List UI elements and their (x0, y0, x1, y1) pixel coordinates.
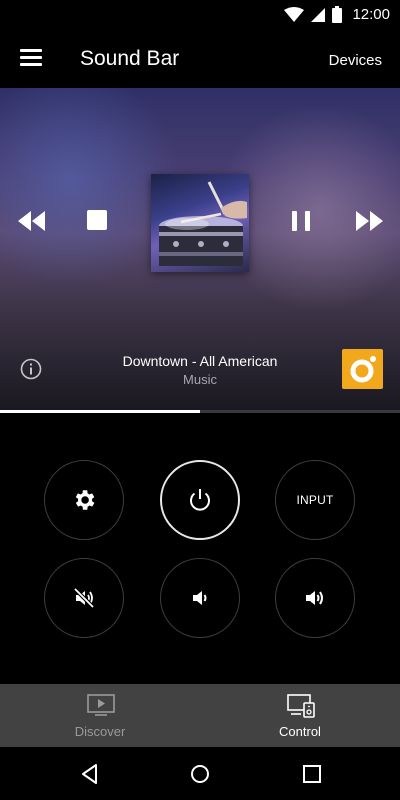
recents-icon (303, 765, 321, 783)
track-title: Downtown - All American (122, 353, 278, 369)
wifi-icon (284, 6, 305, 22)
recents-button[interactable] (300, 762, 324, 786)
input-label: INPUT (296, 493, 334, 507)
volume-up-button[interactable] (275, 558, 355, 638)
tab-discover[interactable]: Discover (0, 684, 200, 747)
devices-button[interactable]: Devices (329, 52, 382, 69)
music-source-icon (350, 356, 376, 383)
mute-icon (73, 587, 95, 609)
album-art (151, 174, 249, 272)
tab-control[interactable]: Control (200, 684, 400, 747)
back-button[interactable] (78, 762, 102, 786)
status-time: 12:00 (352, 6, 390, 23)
remote-controls: INPUT (0, 413, 400, 684)
power-icon (190, 489, 210, 511)
fast-forward-icon (356, 211, 383, 231)
power-button[interactable] (160, 460, 240, 540)
volume-down-button[interactable] (160, 558, 240, 638)
drum-artwork (159, 181, 247, 266)
mute-button[interactable] (44, 558, 124, 638)
discover-icon (87, 694, 115, 716)
fast-forward-button[interactable] (354, 210, 384, 232)
volume-up-icon (306, 591, 323, 605)
music-source-button[interactable] (342, 349, 383, 389)
settings-button[interactable] (44, 460, 124, 540)
signal-icon (311, 7, 326, 22)
bottom-tab-bar: Discover Control (0, 684, 400, 747)
status-icons: 12:00 (284, 6, 390, 23)
battery-icon (332, 6, 343, 23)
app-bar: Sound Bar Devices (0, 32, 400, 88)
volume-down-icon (193, 591, 207, 605)
status-bar: 12:00 (0, 0, 400, 32)
home-icon (191, 765, 209, 783)
input-button[interactable]: INPUT (275, 460, 355, 540)
rewind-button[interactable] (17, 210, 47, 232)
system-nav-bar (0, 747, 400, 800)
page-title: Sound Bar (80, 47, 180, 70)
track-source: Music (183, 372, 217, 387)
home-button[interactable] (188, 762, 212, 786)
settings-icon (75, 490, 95, 510)
stop-icon (87, 210, 107, 230)
rewind-icon (18, 211, 45, 231)
tab-discover-label: Discover (74, 724, 126, 739)
control-icon (287, 694, 315, 718)
tab-control-label: Control (279, 724, 321, 739)
pause-button[interactable] (292, 211, 312, 231)
pause-icon (292, 211, 297, 231)
stop-button[interactable] (87, 210, 107, 230)
now-playing-panel: Downtown - All American Music (0, 88, 400, 410)
menu-icon[interactable] (20, 49, 42, 67)
back-icon (82, 764, 97, 784)
